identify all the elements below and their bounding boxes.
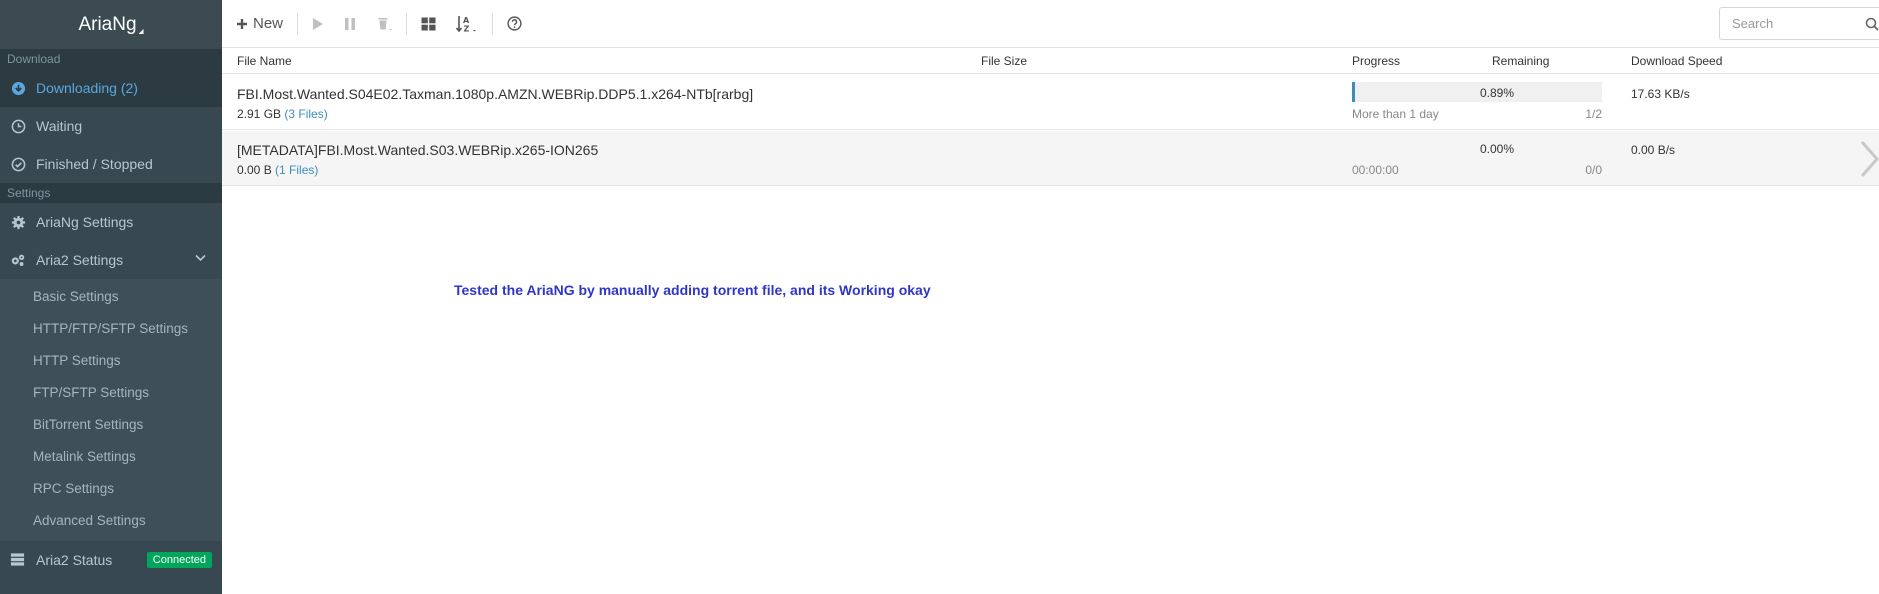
chevron-right-icon[interactable]: [1859, 140, 1879, 181]
toolbar-divider: [492, 12, 494, 35]
progress-bar-fill: [1352, 82, 1355, 102]
help-button[interactable]: [497, 9, 532, 39]
progress-percent: 0.00%: [1479, 142, 1515, 156]
column-header-download-speed[interactable]: Download Speed: [1631, 54, 1722, 68]
svg-text:Z: Z: [464, 24, 470, 33]
sidebar-item-label: Aria2 Status: [36, 552, 113, 568]
task-files-link[interactable]: (3 Files): [284, 107, 327, 121]
task-remaining: 00:00:00: [1352, 163, 1399, 177]
gear-icon: [10, 214, 26, 230]
sidebar-item-aria2-status[interactable]: Aria2 Status Connected: [0, 541, 222, 579]
sidebar-item-waiting[interactable]: Waiting: [0, 107, 222, 145]
task-file-name: [METADATA]FBI.Most.Wanted.S03.WEBRip.x26…: [237, 142, 599, 158]
aria2-settings-submenu: Basic Settings HTTP/FTP/SFTP Settings HT…: [0, 279, 222, 541]
annotation-note: Tested the AriaNG by manually adding tor…: [454, 282, 931, 298]
task-connections: 0/0: [1585, 163, 1602, 177]
grid-icon: [421, 17, 436, 30]
server-icon: [10, 552, 26, 568]
new-button-label: New: [253, 15, 284, 32]
sort-button[interactable]: AZ: [446, 9, 488, 39]
column-header-progress[interactable]: Progress: [1352, 54, 1400, 68]
logo-mark-icon: [138, 29, 144, 34]
task-row[interactable]: FBI.Most.Wanted.S04E02.Taxman.1080p.AMZN…: [222, 75, 1879, 130]
sidebar-item-ariang-settings[interactable]: AriaNg Settings: [0, 203, 222, 241]
sidebar-item-label: Aria2 Settings: [36, 252, 124, 268]
sidebar: AriaNg Download Downloading (2) Waiting …: [0, 0, 222, 594]
sidebar-item-label: Downloading (2): [36, 80, 138, 96]
sidebar-subitem-http[interactable]: HTTP Settings: [0, 345, 222, 377]
progress-percent: 0.89%: [1479, 86, 1515, 100]
sidebar-subitem-metalink[interactable]: Metalink Settings: [0, 441, 222, 473]
sidebar-item-downloading[interactable]: Downloading (2): [0, 69, 222, 107]
column-header-file-name[interactable]: File Name: [237, 54, 292, 68]
column-header-remaining[interactable]: Remaining: [1492, 54, 1549, 68]
sidebar-subitem-advanced[interactable]: Advanced Settings: [0, 505, 222, 537]
task-file-size: 0.00 B (1 Files): [237, 163, 318, 177]
sidebar-subitem-http-ftp-sftp[interactable]: HTTP/FTP/SFTP Settings: [0, 313, 222, 345]
sidebar-item-label: Waiting: [36, 118, 83, 134]
search-placeholder: Search: [1732, 16, 1774, 31]
task-file-name: FBI.Most.Wanted.S04E02.Taxman.1080p.AMZN…: [237, 86, 754, 102]
task-size-value: 2.91 GB: [237, 107, 282, 121]
new-button[interactable]: New: [222, 9, 293, 39]
toolbar-divider: [406, 12, 408, 35]
question-circle-icon: [507, 16, 522, 31]
delete-button[interactable]: [366, 9, 402, 39]
task-download-speed: 0.00 B/s: [1631, 143, 1676, 157]
task-size-value: 0.00 B: [237, 163, 272, 177]
status-badge: Connected: [146, 552, 212, 568]
app-logo[interactable]: AriaNg: [0, 0, 222, 49]
search-input[interactable]: Search: [1719, 7, 1879, 40]
toolbar-divider: [297, 12, 299, 35]
section-header-download: Download: [0, 49, 222, 69]
task-download-speed: 17.63 KB/s: [1631, 87, 1690, 101]
check-circle-icon: [10, 156, 26, 172]
trash-icon: [378, 17, 393, 30]
pause-icon: [345, 17, 356, 30]
chevron-down-icon: [195, 254, 206, 262]
sidebar-item-label: Finished / Stopped: [36, 156, 153, 172]
sidebar-subitem-basic[interactable]: Basic Settings: [0, 281, 222, 313]
sidebar-subitem-rpc[interactable]: RPC Settings: [0, 473, 222, 505]
task-remaining: More than 1 day: [1352, 107, 1439, 121]
download-circle-icon: [10, 80, 26, 96]
logo-text: AriaNg: [78, 13, 137, 35]
section-header-settings: Settings: [0, 183, 222, 203]
select-all-button[interactable]: [411, 9, 446, 39]
start-button[interactable]: [302, 9, 334, 39]
sidebar-item-aria2-settings[interactable]: Aria2 Settings: [0, 241, 222, 279]
pause-button[interactable]: [334, 9, 366, 39]
gears-icon: [10, 252, 26, 268]
toolbar: New AZ Search: [222, 0, 1879, 48]
sidebar-item-finished[interactable]: Finished / Stopped: [0, 145, 222, 183]
sidebar-subitem-ftp-sftp[interactable]: FTP/SFTP Settings: [0, 377, 222, 409]
task-files-link[interactable]: (1 Files): [275, 163, 318, 177]
task-file-size: 2.91 GB (3 Files): [237, 107, 328, 121]
clock-icon: [10, 118, 26, 134]
plus-icon: [237, 18, 247, 29]
sidebar-item-label: AriaNg Settings: [36, 214, 134, 230]
play-icon: [313, 17, 324, 30]
task-row[interactable]: [METADATA]FBI.Most.Wanted.S03.WEBRip.x26…: [222, 131, 1879, 186]
column-header-file-size[interactable]: File Size: [981, 54, 1027, 68]
sidebar-subitem-bittorrent[interactable]: BitTorrent Settings: [0, 409, 222, 441]
task-connections: 1/2: [1585, 107, 1602, 121]
search-icon: [1865, 17, 1879, 34]
table-header: File Name File Size Progress Remaining D…: [222, 49, 1879, 74]
sort-alpha-icon: AZ: [456, 15, 477, 33]
